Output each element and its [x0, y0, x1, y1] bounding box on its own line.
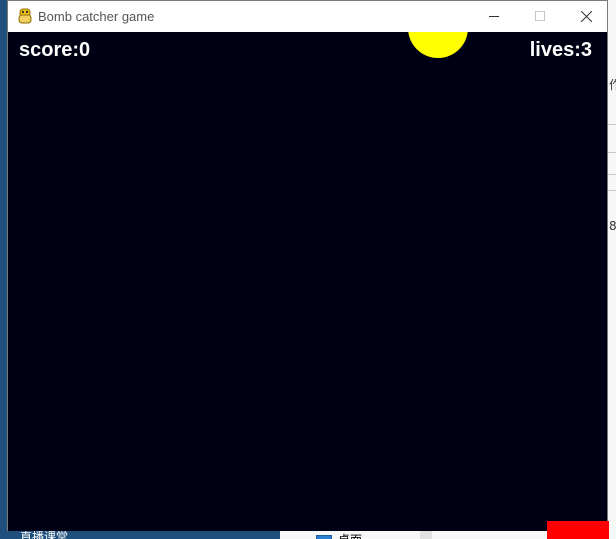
- game-canvas[interactable]: score:0 lives:3: [8, 32, 607, 531]
- folder-icon: [316, 535, 332, 539]
- close-icon: [580, 11, 592, 22]
- maximize-icon: [534, 11, 545, 21]
- truncated-text: 8: [609, 219, 616, 233]
- scrollbar-track: [420, 530, 432, 539]
- maximize-button[interactable]: [517, 1, 563, 32]
- title-bar[interactable]: Bomb catcher game: [8, 1, 607, 32]
- folder-item-desktop[interactable]: 桌面: [316, 531, 362, 539]
- window-title: Bomb catcher game: [38, 9, 155, 24]
- catcher-paddle: [547, 521, 609, 539]
- folder-label: 桌面: [338, 533, 362, 539]
- minimize-icon: [488, 16, 499, 17]
- truncated-text: 作: [609, 78, 616, 92]
- python-icon: [17, 8, 33, 24]
- bomb: [408, 32, 468, 58]
- score-display: score:0: [19, 39, 91, 61]
- game-window: Bomb catcher game score:0 lives:3: [7, 0, 608, 531]
- minimize-button[interactable]: [471, 1, 517, 32]
- close-button[interactable]: [563, 1, 609, 32]
- lives-display: lives:3: [529, 39, 592, 61]
